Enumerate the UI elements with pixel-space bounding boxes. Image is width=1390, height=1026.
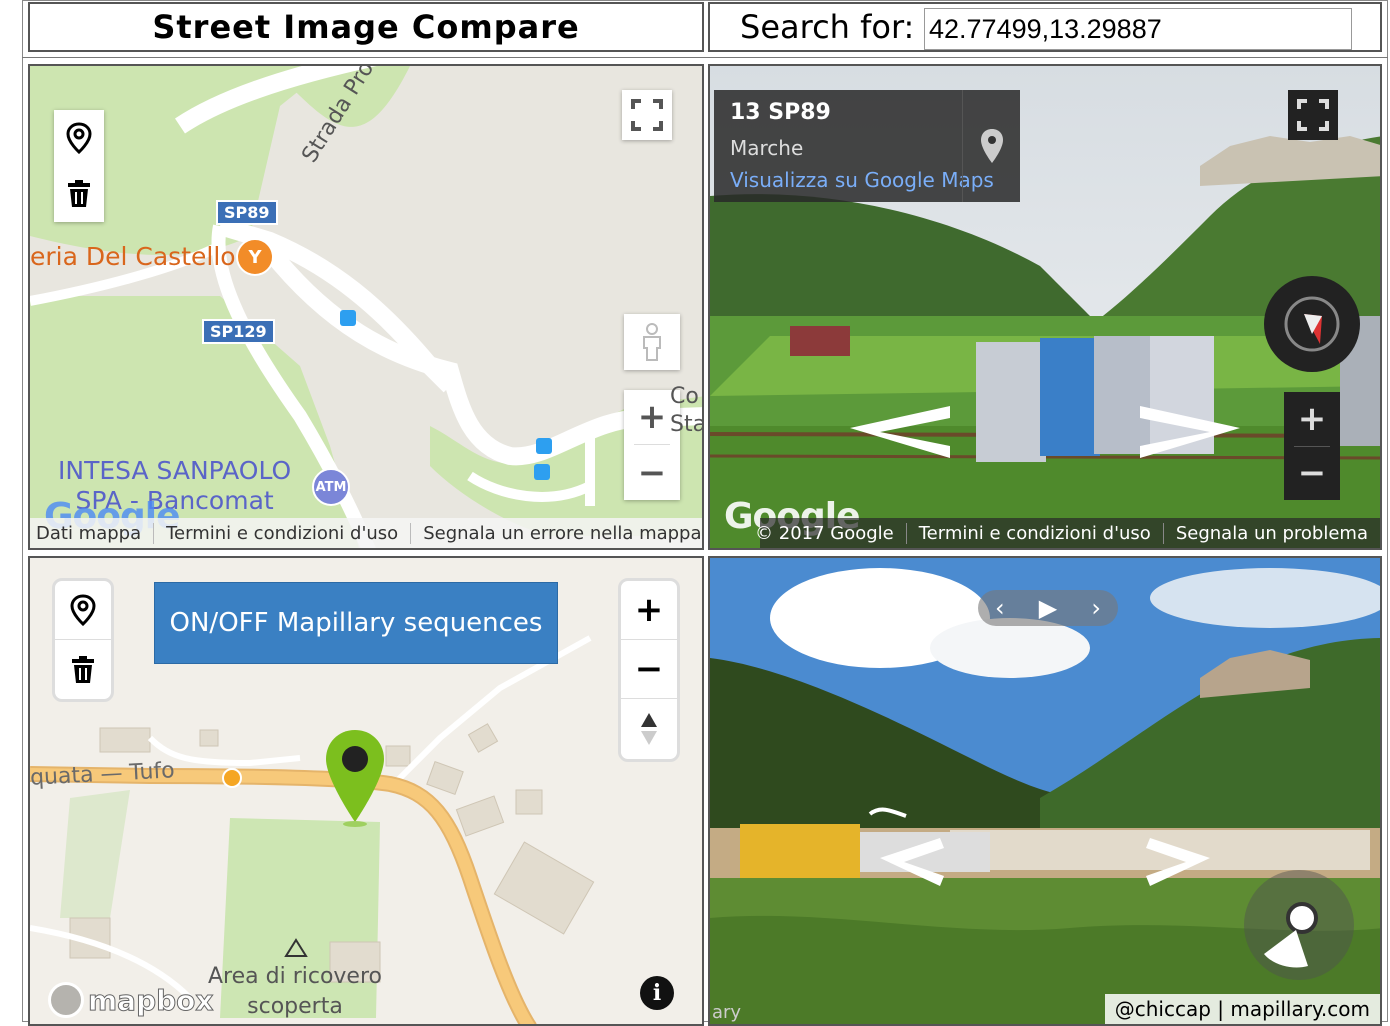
mapbox-logo-icon [48, 982, 84, 1018]
zoom-out-button[interactable]: − [1298, 446, 1327, 500]
mapbox-tools [52, 578, 114, 702]
location-marker-icon[interactable] [324, 728, 386, 828]
info-icon: i [652, 980, 662, 1006]
google-map-panel[interactable]: + − SP89 SP129 Strada Provinciale eria D… [28, 64, 704, 550]
atm-icon: ATM [312, 468, 350, 506]
sequence-navigation: ‹ ▶ › [978, 590, 1118, 626]
map-tools [54, 110, 104, 222]
app-title: Street Image Compare [152, 8, 580, 46]
search-cell: Search for: [708, 2, 1382, 52]
partial-label: Co [670, 384, 699, 409]
map-attribution: Dati mappa Termini e condizioni d'uso Se… [30, 518, 702, 548]
bus-stop-icon [534, 464, 550, 480]
app-title-cell: Street Image Compare [28, 2, 704, 52]
restaurant-icon: Y [236, 238, 274, 276]
shelter-icon [284, 938, 308, 958]
attrib-copyright: © 2017 Google [755, 522, 894, 544]
fullscreen-icon [1297, 99, 1329, 131]
report-problem-link[interactable]: Segnala un problema [1162, 522, 1380, 544]
next-icon[interactable]: › [1091, 594, 1101, 622]
search-label: Search for: [740, 8, 915, 46]
zoom-in-button[interactable]: + [621, 581, 677, 640]
mapillary-corner-text: ary [712, 1002, 742, 1023]
mapillary-attribution[interactable]: @chiccap | mapillary.com [1104, 994, 1380, 1024]
fullscreen-button[interactable] [622, 90, 672, 140]
map-pin-icon[interactable] [55, 581, 111, 640]
fullscreen-button[interactable] [1288, 90, 1338, 140]
compass-icon [641, 712, 657, 745]
view-on-google-maps-link[interactable]: Visualizza su Google Maps [730, 168, 994, 192]
terms-link[interactable]: Termini e condizioni d'uso [905, 522, 1163, 544]
info-button[interactable]: i [640, 976, 674, 1010]
poi-label: Area di ricovero scoperta [190, 962, 400, 1022]
sv-zoom-controls: + − [1284, 392, 1340, 500]
report-error-link[interactable]: Segnala un errore nella mappa [410, 522, 702, 544]
trash-icon[interactable] [54, 166, 104, 222]
previous-icon[interactable]: ‹ [995, 594, 1005, 622]
compass-button[interactable] [1264, 276, 1360, 372]
mapbox-logo: mapbox [48, 982, 214, 1018]
pegman-button[interactable] [624, 314, 680, 370]
terms-link[interactable]: Termini e condizioni d'uso [153, 522, 410, 544]
zoom-out-button[interactable]: − [621, 640, 677, 699]
viewer-direction-icon [1264, 902, 1318, 968]
play-icon[interactable]: ▶ [1039, 594, 1057, 622]
poi-bank-line1: INTESA SANPAOLO [58, 456, 292, 485]
bus-stop-icon [340, 310, 356, 326]
streetview-attribution: © 2017 Google Termini e condizioni d'uso… [755, 518, 1380, 548]
compass-reset-button[interactable] [621, 699, 677, 758]
partial-label: Sta [670, 412, 704, 437]
poi-restaurant-label: eria Del Castello [30, 242, 236, 271]
trash-icon[interactable] [55, 640, 111, 699]
road-shield-sp89: SP89 [216, 200, 278, 225]
streetview-panel[interactable]: 13 SP89 Marche Visualizza su Google Maps… [708, 64, 1382, 550]
mapillary-panel[interactable]: ‹ ▶ › ary @chiccap | mapillary.com [708, 556, 1382, 1026]
mapbox-zoom-controls: + − [618, 578, 680, 762]
streetview-info-card: 13 SP89 Marche Visualizza su Google Maps [714, 90, 1020, 202]
mapbox-panel[interactable]: ON/OFF Mapillary sequences + − quata — T… [28, 556, 704, 1026]
attrib-data: Dati mappa [36, 522, 142, 544]
fullscreen-icon [631, 99, 663, 131]
bus-stop-icon [536, 438, 552, 454]
header-divider [22, 57, 1388, 58]
mapillary-compass-button[interactable] [1244, 870, 1354, 980]
poi-label-line2: scoperta [247, 994, 343, 1019]
map-pin-icon[interactable] [54, 110, 104, 166]
road-shield-sp129: SP129 [202, 319, 275, 344]
compass-icon [1284, 296, 1340, 352]
poi-label-line1: Area di ricovero [208, 964, 382, 989]
search-input[interactable] [924, 8, 1352, 50]
bus-stop-dot-icon [222, 768, 242, 788]
zoom-in-button[interactable]: + [1298, 392, 1327, 446]
zoom-out-button[interactable]: − [624, 446, 680, 500]
mapbox-logo-text: mapbox [87, 983, 214, 1017]
map-pin-icon[interactable] [962, 90, 1020, 202]
toggle-mapillary-sequences-button[interactable]: ON/OFF Mapillary sequences [154, 582, 558, 664]
streetview-region: Marche [730, 136, 804, 160]
pegman-icon [643, 323, 661, 361]
streetview-address: 13 SP89 [730, 100, 831, 125]
